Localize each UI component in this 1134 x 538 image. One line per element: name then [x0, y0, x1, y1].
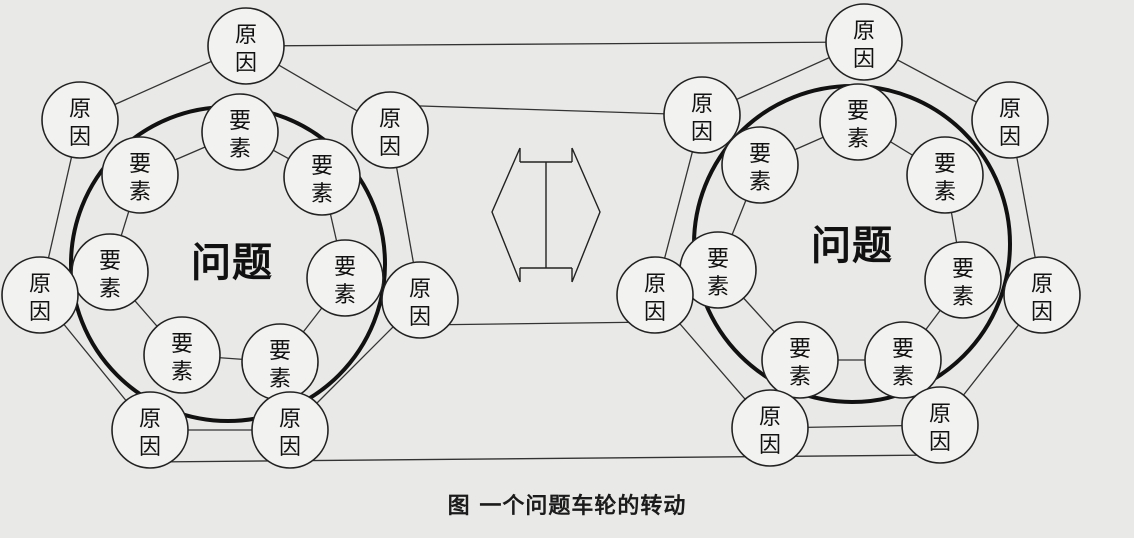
element-label: 素 [334, 283, 356, 308]
cause-node: 原因 [1, 256, 79, 334]
element-node: 要素 [819, 83, 897, 161]
cause-label: 原 [691, 92, 713, 117]
cause-node: 原因 [381, 261, 459, 339]
element-node: 要素 [101, 136, 179, 214]
cause-node: 原因 [351, 91, 429, 169]
element-label: 要 [269, 339, 291, 364]
element-label: 要 [789, 337, 811, 362]
cause-label: 原 [759, 405, 781, 430]
element-label: 要 [952, 257, 974, 282]
bridge-line [245, 41, 865, 47]
arrow-right-half [571, 147, 601, 283]
cause-node: 原因 [971, 81, 1049, 159]
element-label: 素 [934, 180, 956, 205]
cause-node: 原因 [901, 386, 979, 464]
element-label: 素 [311, 182, 333, 207]
element-node: 要素 [924, 241, 1002, 319]
cause-label: 原 [929, 402, 951, 427]
element-label: 素 [707, 275, 729, 300]
cause-label: 原 [29, 272, 51, 297]
element-node: 要素 [761, 321, 839, 399]
element-label: 素 [892, 365, 914, 390]
element-label: 要 [99, 249, 121, 274]
bridge-line [419, 321, 656, 326]
element-label: 要 [749, 142, 771, 167]
cause-node: 原因 [251, 391, 329, 469]
element-node: 要素 [143, 316, 221, 394]
cause-label: 因 [759, 433, 781, 458]
cause-label: 因 [853, 47, 875, 72]
cause-node: 原因 [663, 76, 741, 154]
element-label: 素 [847, 127, 869, 152]
problem-label: 问题 [811, 223, 893, 269]
cause-label: 因 [644, 300, 666, 325]
element-node: 要素 [306, 239, 384, 317]
element-node: 要素 [721, 126, 799, 204]
cause-label: 因 [139, 435, 161, 460]
element-label: 素 [171, 360, 193, 385]
element-node: 要素 [241, 323, 319, 401]
cause-label: 原 [235, 23, 257, 48]
transfer-arrow-icon [491, 147, 601, 283]
cause-label: 原 [999, 97, 1021, 122]
element-node: 要素 [283, 138, 361, 216]
element-label: 要 [129, 152, 151, 177]
element-node: 要素 [71, 233, 149, 311]
cause-node: 原因 [207, 7, 285, 85]
element-label: 素 [229, 137, 251, 162]
element-label: 要 [892, 337, 914, 362]
left-wheel: 问题要素要素要素要素要素要素要素原因原因原因原因原因原因原因 [1, 7, 459, 469]
element-label: 素 [269, 367, 291, 392]
arrow-left-half [491, 147, 521, 283]
problem-label: 问题 [191, 240, 273, 286]
cause-label: 原 [644, 272, 666, 297]
cause-label: 因 [1031, 300, 1053, 325]
element-label: 要 [934, 152, 956, 177]
bridge-line [389, 104, 703, 116]
cause-label: 因 [691, 120, 713, 145]
cause-label: 原 [853, 19, 875, 44]
cause-node: 原因 [41, 81, 119, 159]
cause-node: 原因 [111, 391, 189, 469]
element-label: 要 [171, 332, 193, 357]
cause-node: 原因 [616, 256, 694, 334]
cause-label: 因 [379, 135, 401, 160]
cause-label: 原 [379, 107, 401, 132]
element-label: 素 [749, 170, 771, 195]
element-label: 素 [129, 180, 151, 205]
diagram-stage: 问题要素要素要素要素要素要素要素原因原因原因原因原因原因原因问题要素要素要素要素… [0, 0, 1134, 538]
cause-label: 因 [929, 430, 951, 455]
element-label: 素 [789, 365, 811, 390]
element-label: 要 [229, 109, 251, 134]
cause-label: 因 [29, 300, 51, 325]
cause-node: 原因 [1003, 256, 1081, 334]
cause-label: 原 [69, 97, 91, 122]
element-label: 要 [311, 154, 333, 179]
figure-caption: 图 一个问题车轮的转动 [447, 494, 687, 519]
element-label: 要 [847, 99, 869, 124]
element-node: 要素 [906, 136, 984, 214]
cause-label: 原 [409, 277, 431, 302]
cause-node: 原因 [731, 389, 809, 467]
cause-label: 原 [279, 407, 301, 432]
cause-label: 因 [69, 125, 91, 150]
cause-label: 因 [409, 305, 431, 330]
arrow-bar [520, 161, 572, 269]
cause-label: 因 [999, 125, 1021, 150]
right-wheel: 问题要素要素要素要素要素要素要素原因原因原因原因原因原因原因 [616, 3, 1081, 467]
cause-label: 原 [1031, 272, 1053, 297]
element-label: 要 [334, 255, 356, 280]
problem-wheels-diagram: 问题要素要素要素要素要素要素要素原因原因原因原因原因原因原因问题要素要素要素要素… [1, 3, 1081, 469]
cause-label: 因 [235, 51, 257, 76]
cause-node: 原因 [825, 3, 903, 81]
element-label: 素 [99, 277, 121, 302]
element-node: 要素 [864, 321, 942, 399]
cause-label: 因 [279, 435, 301, 460]
cause-label: 原 [139, 407, 161, 432]
element-label: 素 [952, 285, 974, 310]
element-node: 要素 [201, 93, 279, 171]
element-label: 要 [707, 247, 729, 272]
